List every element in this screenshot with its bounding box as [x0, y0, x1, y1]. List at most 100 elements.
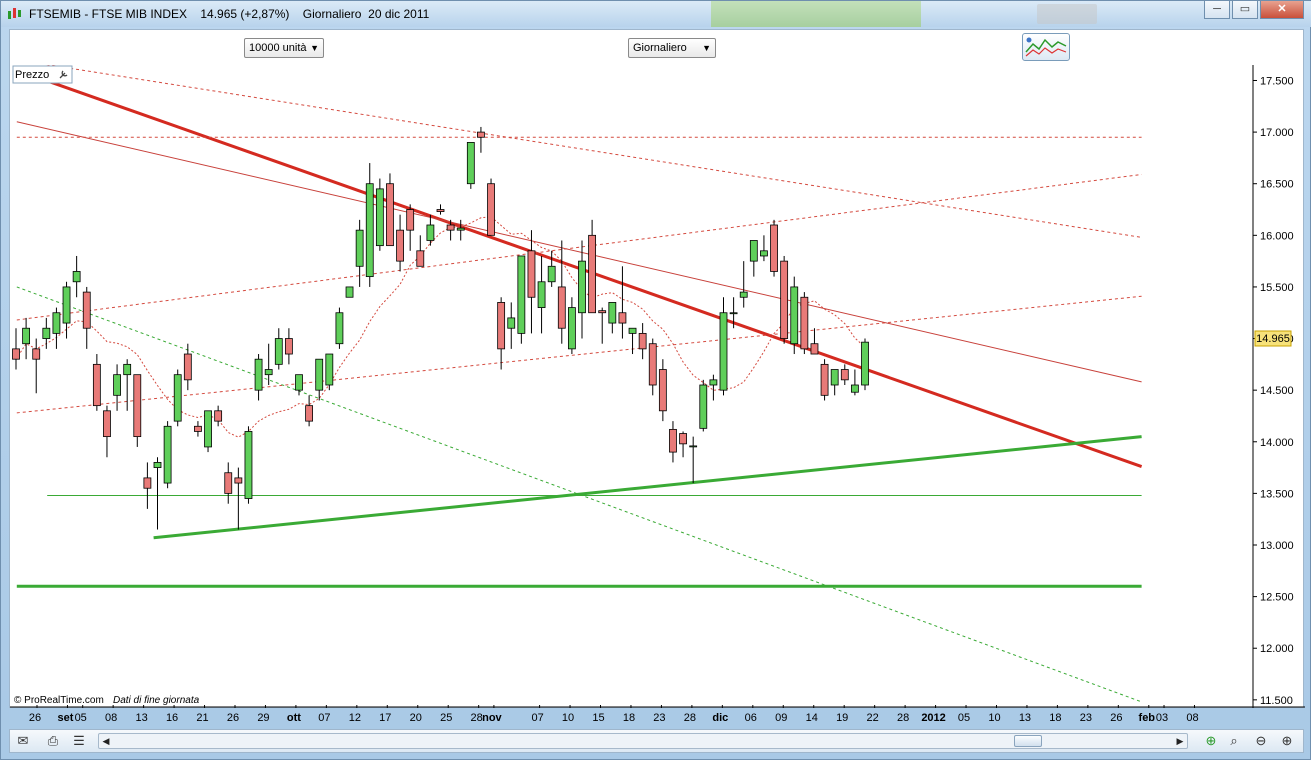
candle[interactable]: [436, 204, 445, 215]
zoom-out-icon[interactable]: ⊖: [1252, 733, 1270, 749]
candle[interactable]: [234, 467, 243, 530]
chart-scrollbar[interactable]: ◀ ▶: [98, 733, 1188, 749]
candle[interactable]: [598, 307, 607, 344]
candle[interactable]: [284, 328, 293, 365]
trendline-1[interactable]: [16, 121, 1142, 383]
chart-indicators-icon[interactable]: [1022, 33, 1070, 61]
candle[interactable]: [113, 364, 121, 411]
candle[interactable]: [375, 178, 384, 251]
candle[interactable]: [760, 235, 768, 262]
print-icon[interactable]: ⎙: [44, 733, 62, 749]
candle[interactable]: [608, 302, 617, 334]
candle[interactable]: [183, 343, 192, 391]
candle[interactable]: [699, 379, 708, 432]
candle[interactable]: [770, 219, 778, 277]
candle[interactable]: [578, 240, 586, 339]
candle[interactable]: [386, 173, 394, 247]
candle[interactable]: [214, 405, 223, 427]
candle[interactable]: [305, 395, 314, 427]
candle[interactable]: [224, 462, 233, 504]
trendline-6[interactable]: [153, 435, 1142, 540]
candle[interactable]: [345, 286, 354, 298]
candle[interactable]: [32, 338, 41, 394]
candle[interactable]: [173, 369, 182, 427]
add-indicator-icon[interactable]: ⊕: [1202, 733, 1220, 749]
candle[interactable]: [810, 328, 819, 355]
candle[interactable]: [62, 281, 71, 339]
candle[interactable]: [365, 163, 374, 287]
candle[interactable]: [497, 297, 506, 370]
close-button[interactable]: ✕: [1260, 1, 1304, 19]
chart-area[interactable]: 17.50017.00016.50016.00015.50015.00014.5…: [9, 59, 1305, 708]
candle[interactable]: [133, 374, 142, 447]
scroll-right-icon[interactable]: ▶: [1173, 734, 1187, 748]
candle[interactable]: [669, 421, 677, 463]
price-chart[interactable]: 17.50017.00016.50016.00015.50015.00014.5…: [10, 59, 1305, 708]
minimize-button[interactable]: ─: [1204, 1, 1230, 19]
candle[interactable]: [557, 240, 566, 344]
candle[interactable]: [861, 338, 869, 391]
candle[interactable]: [72, 255, 81, 298]
candle[interactable]: [204, 410, 212, 453]
candle[interactable]: [567, 297, 576, 355]
candle[interactable]: [800, 292, 809, 355]
candle[interactable]: [507, 302, 516, 349]
scroll-left-icon[interactable]: ◀: [99, 734, 113, 748]
candle[interactable]: [588, 219, 597, 314]
candle[interactable]: [153, 457, 162, 530]
panel-label[interactable]: Prezzo: [12, 65, 73, 84]
scrollbar-thumb[interactable]: [1014, 735, 1042, 747]
trendline-2[interactable]: [16, 59, 1142, 238]
candle[interactable]: [689, 436, 698, 484]
candle[interactable]: [426, 214, 435, 246]
candle[interactable]: [790, 276, 799, 355]
candle[interactable]: [42, 317, 51, 349]
candle[interactable]: [820, 359, 829, 401]
candle[interactable]: [840, 364, 849, 385]
candle[interactable]: [780, 255, 789, 344]
candle[interactable]: [82, 286, 91, 349]
candle[interactable]: [749, 240, 758, 277]
candle[interactable]: [254, 354, 263, 401]
candle[interactable]: [163, 421, 172, 489]
candle[interactable]: [194, 421, 202, 437]
candle[interactable]: [335, 307, 344, 349]
candle[interactable]: [103, 405, 111, 458]
candle[interactable]: [22, 317, 31, 360]
candle[interactable]: [325, 353, 334, 391]
trendline-9[interactable]: [16, 286, 1142, 703]
candle[interactable]: [719, 297, 728, 396]
candle[interactable]: [830, 369, 839, 396]
candle[interactable]: [679, 431, 687, 458]
candle[interactable]: [396, 214, 404, 272]
candle[interactable]: [527, 230, 536, 334]
candle[interactable]: [123, 359, 132, 411]
candle[interactable]: [52, 307, 61, 349]
candle[interactable]: [658, 359, 667, 422]
timeframe-dropdown[interactable]: Giornaliero ▼: [628, 38, 716, 58]
units-dropdown[interactable]: 10000 unità ▼: [244, 38, 324, 58]
candle[interactable]: [537, 255, 546, 334]
zoom-in-icon[interactable]: ⊕: [1278, 733, 1296, 749]
candle[interactable]: [143, 462, 152, 509]
candle[interactable]: [709, 374, 718, 401]
zoom-area-icon[interactable]: ⌕: [1225, 733, 1243, 749]
candle[interactable]: [466, 142, 475, 189]
settings-icon[interactable]: ☰: [70, 733, 88, 749]
candle[interactable]: [739, 261, 748, 308]
candle[interactable]: [477, 126, 485, 153]
candle[interactable]: [618, 266, 627, 339]
candle[interactable]: [416, 235, 425, 267]
candle[interactable]: [92, 354, 101, 411]
candle[interactable]: [295, 374, 303, 396]
candle[interactable]: [244, 426, 253, 504]
candle[interactable]: [850, 369, 859, 396]
maximize-button[interactable]: ▭: [1232, 1, 1258, 19]
candle[interactable]: [648, 338, 657, 396]
candle[interactable]: [406, 204, 415, 251]
candle[interactable]: [456, 219, 465, 241]
candle[interactable]: [274, 328, 283, 370]
candle[interactable]: [628, 327, 637, 355]
candle[interactable]: [12, 328, 20, 370]
candle[interactable]: [517, 255, 526, 344]
